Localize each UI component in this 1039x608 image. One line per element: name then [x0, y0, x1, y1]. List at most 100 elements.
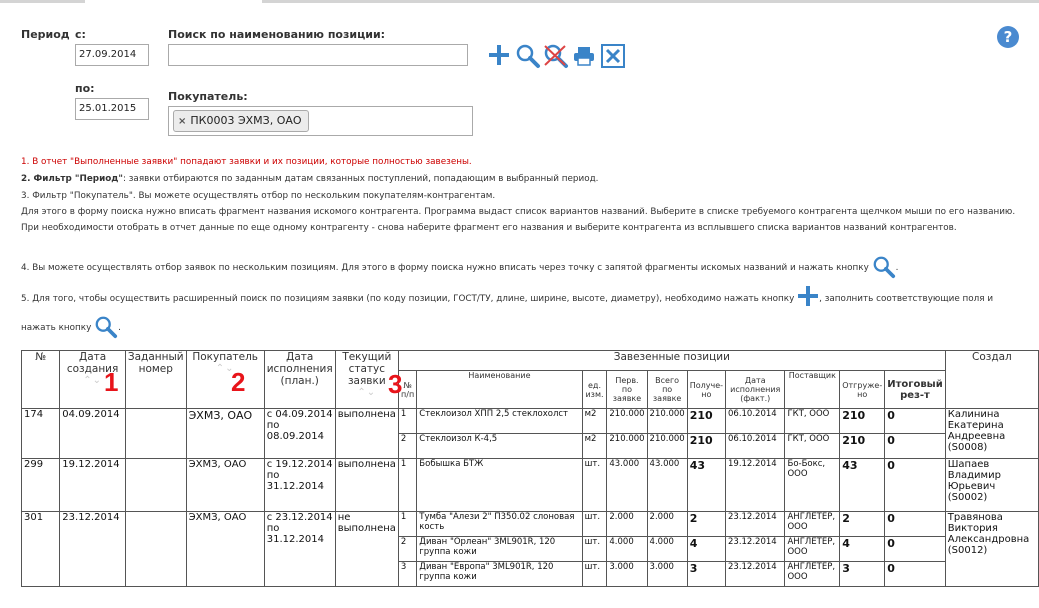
note-2-text: : заявки отбираются по заданным датам св… — [122, 174, 599, 184]
cell-item-fact: 19.12.2014 — [724, 458, 786, 512]
note-5-mid: , заполнить соответствующие поля и — [819, 294, 994, 304]
cell-created: 19.12.2014 — [59, 458, 126, 512]
cell-item-n: 1 — [397, 511, 418, 537]
cell-item-first: 3.000 — [606, 561, 648, 587]
cell-item-shipped: 3 — [839, 561, 886, 587]
cell-item-n: 1 — [397, 408, 418, 434]
cell-item-n: 2 — [397, 536, 418, 562]
cell-num: 299 — [20, 458, 61, 512]
clear-search-icon[interactable] — [543, 43, 569, 69]
cell-item-shipped: 210 — [839, 433, 886, 459]
cell-author: Шапаев Владимир Юрьевич (S0002) — [944, 458, 1039, 512]
cell-buyer: ЭХМЗ, ОАО — [185, 408, 265, 459]
to-label: по: — [75, 82, 95, 95]
buyer-tag[interactable]: × ПК0003 ЭХМЗ, ОАО — [173, 110, 309, 132]
cell-item-received: 4 — [686, 536, 727, 562]
help-icon[interactable]: ? — [997, 26, 1019, 48]
cell-item-supplier: АНГЛЕТЕР, ООО — [784, 511, 841, 537]
cell-buyer: ЭХМЗ, ОАО — [185, 458, 265, 512]
cell-item-supplier: АНГЛЕТЕР, ООО — [784, 536, 841, 562]
sub-received: Получе-но — [686, 370, 727, 409]
cell-item-shipped: 210 — [839, 408, 886, 434]
sub-result: Итоговый рез-т — [884, 370, 946, 409]
remove-tag-icon[interactable]: × — [178, 116, 186, 127]
cell-item-result: 0 — [884, 561, 946, 587]
cell-status: выполнена — [334, 458, 399, 512]
cell-item-total: 210.000 — [646, 408, 688, 434]
cell-item-supplier: АНГЛЕТЕР, ООО — [784, 561, 841, 587]
date-from-input[interactable]: 27.09.2014 — [75, 44, 149, 66]
note-4: 4. Вы можете осуществлять отбор заявок п… — [21, 255, 898, 280]
cell-item-total: 3.000 — [646, 561, 688, 587]
sub-first: Перв. по заявке — [606, 370, 648, 409]
note-5: 5. Для того, чтобы осуществить расширенн… — [21, 285, 993, 312]
sub-total: Всего по заявке — [646, 370, 688, 409]
cell-item-shipped: 4 — [839, 536, 886, 562]
tab-right-border — [262, 0, 1039, 3]
note-2: 2. Фильтр "Период": заявки отбираются по… — [21, 174, 598, 184]
cell-num: 301 — [20, 511, 61, 587]
col-given-num: Заданный номер — [124, 350, 187, 409]
cell-given-num — [124, 458, 187, 512]
note-5b: нажать кнопку . — [21, 315, 121, 340]
cell-created: 23.12.2014 — [59, 511, 126, 587]
cell-item-unit: м2 — [581, 408, 608, 434]
orders-table: № Дата создания ⌃⌄ Заданный номер Покупат… — [20, 350, 1039, 587]
cell-item-name: Стеклоизол ХПП 2,5 стеклохолст — [416, 408, 583, 434]
table-row: 174 04.09.2014 ЭХМЗ, ОАО с 04.09.2014 по… — [20, 408, 1039, 459]
cell-item-total: 4.000 — [646, 536, 688, 562]
cell-item-supplier: Бо-Бокс, ООО — [784, 458, 841, 512]
note-4-end: . — [895, 263, 899, 273]
tab-left-border — [0, 0, 85, 3]
cell-item-name: Тумба "Алези 2" П350.02 слоновая кость — [416, 511, 583, 537]
cell-item-name: Диван "Европа" 3ML901R, 120 группа кожи — [416, 561, 583, 587]
plus-icon[interactable] — [487, 43, 511, 67]
annotation-3: 3 — [388, 369, 403, 399]
sub-exec-fact: Дата исполнения (факт.) — [724, 370, 786, 409]
print-icon[interactable] — [573, 45, 595, 67]
date-to-input[interactable]: 25.01.2015 — [75, 98, 149, 120]
cell-exec: с 19.12.2014 по 31.12.2014 — [263, 458, 336, 512]
cell-given-num — [124, 408, 187, 459]
cell-item-result: 0 — [884, 536, 946, 562]
from-label: с: — [75, 28, 86, 41]
cell-item-first: 210.000 — [606, 433, 648, 459]
col-buyer-label: Покупатель — [192, 351, 258, 363]
note-5b-text: нажать кнопку — [21, 323, 92, 333]
cell-item-n: 1 — [397, 458, 418, 512]
cell-item-name: Диван "Орлеан" 3ML901R, 120 группа кожи — [416, 536, 583, 562]
cell-item-first: 2.000 — [606, 511, 648, 537]
col-author: Создал — [944, 350, 1039, 409]
inline-search-icon — [872, 255, 896, 280]
cell-item-total: 2.000 — [646, 511, 688, 537]
sub-unit: ед. изм. — [581, 370, 608, 409]
cell-item-supplier: ГКТ, ООО — [784, 408, 841, 434]
cell-item-fact: 23.12.2014 — [724, 511, 786, 537]
cell-item-unit: м2 — [581, 433, 608, 459]
cell-exec: с 23.12.2014 по 31.12.2014 — [263, 511, 336, 587]
annotation-1: 1 — [104, 367, 119, 397]
note-5b-end: . — [118, 323, 121, 333]
buyer-label: Покупатель: — [168, 90, 248, 103]
period-label: Период — [21, 28, 70, 41]
search-icon[interactable] — [515, 43, 541, 69]
cell-item-fact: 06.10.2014 — [724, 408, 786, 434]
sub-shipped: Отгруже-но — [839, 370, 886, 409]
position-search-input[interactable] — [168, 44, 468, 66]
table-row: 299 19.12.2014 ЭХМЗ, ОАО с 19.12.2014 по… — [20, 458, 1039, 512]
cell-item-received: 210 — [686, 408, 727, 434]
sub-name: Наименование — [416, 370, 583, 409]
col-buyer[interactable]: Покупатель ⌃⌄ — [185, 350, 265, 409]
buyer-tag-label: ПК0003 ЭХМЗ, ОАО — [190, 114, 302, 127]
cell-item-result: 0 — [884, 433, 946, 459]
cell-item-first: 43.000 — [606, 458, 648, 512]
cell-item-result: 0 — [884, 511, 946, 537]
note-3c: При необходимости отобрать в отчет данны… — [21, 223, 957, 233]
col-delivered-group: Завезенные позиции — [397, 350, 946, 371]
sort-arrows-icon[interactable]: ⌃⌄ — [189, 363, 262, 374]
note-5-text: 5. Для того, чтобы осуществить расширенн… — [21, 294, 795, 304]
excel-icon[interactable] — [600, 43, 626, 69]
cell-item-received: 43 — [686, 458, 727, 512]
cell-item-unit: шт. — [581, 536, 608, 562]
cell-num: 174 — [20, 408, 61, 459]
